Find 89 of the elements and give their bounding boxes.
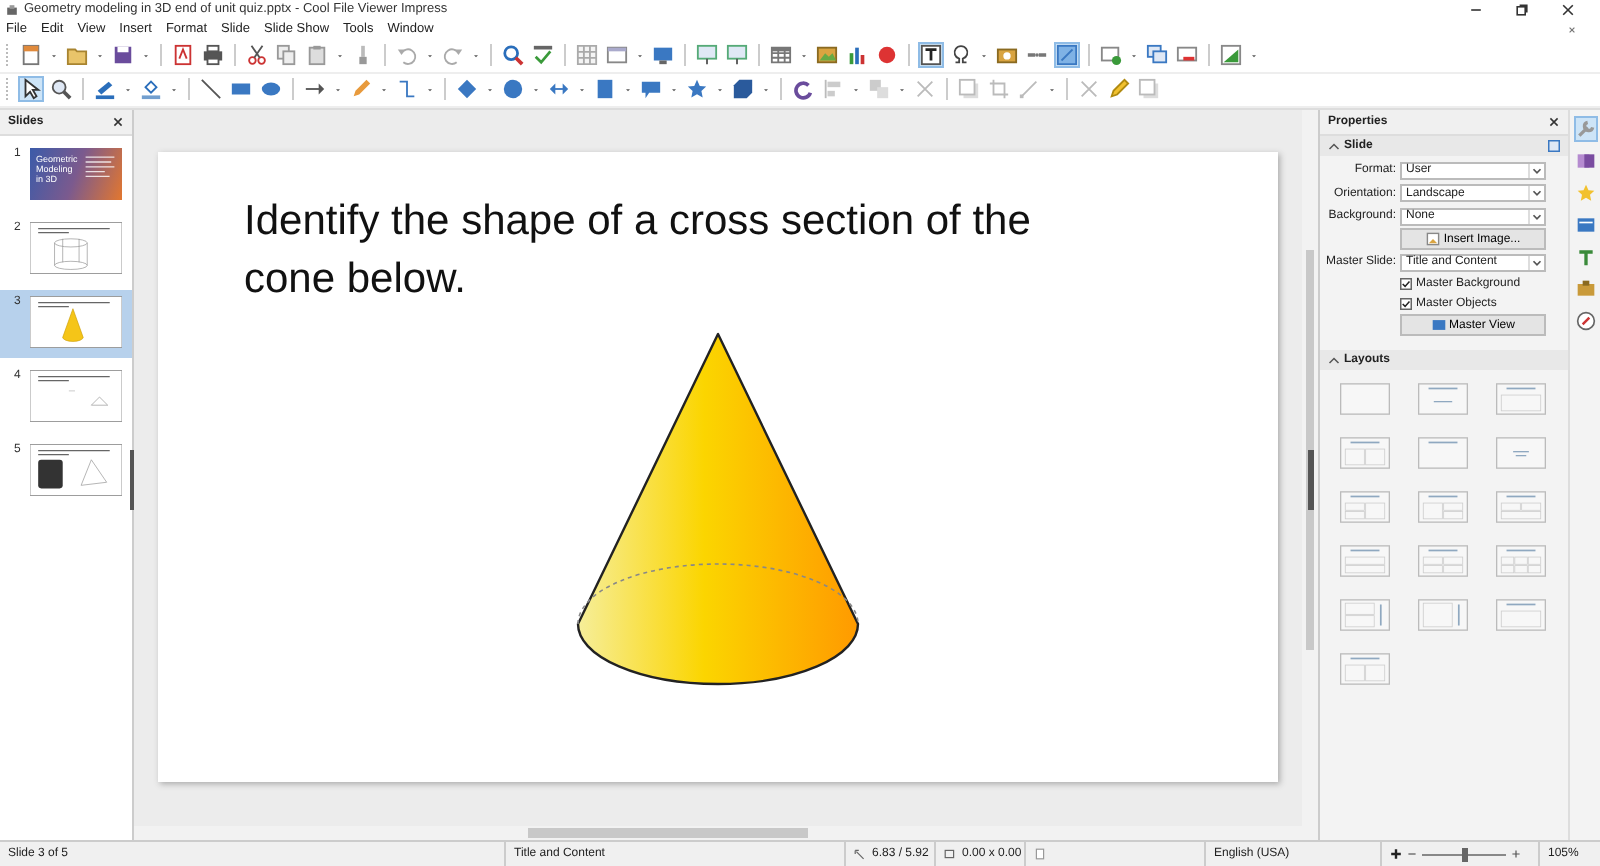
zoom-in-icon[interactable] [1510,848,1522,861]
layout-thumbnail[interactable] [1340,541,1390,580]
chevron-icon [1328,353,1340,366]
zoom-slider-thumb[interactable] [1461,847,1467,862]
slides-icon [1431,318,1446,333]
close-icon[interactable] [1560,1,1576,18]
search-icon[interactable] [500,42,526,69]
layout-thumbnail[interactable] [1340,379,1390,418]
image-icon [1425,232,1440,247]
compass-icon[interactable] [1573,307,1597,334]
document-icon [1034,848,1046,861]
circle-icon[interactable] [874,42,900,69]
slide-layout-icon[interactable] [1218,42,1244,69]
document-icon[interactable] [18,42,44,69]
connector-icon[interactable] [394,76,420,103]
wrench-icon[interactable] [1573,115,1597,142]
redo-icon[interactable] [440,42,466,69]
shadow-icon[interactable] [1136,76,1162,103]
flowchart-icon[interactable] [592,76,618,103]
slide-thumbnail [30,443,122,496]
checkbox[interactable] [1400,298,1412,311]
line-icon[interactable] [198,76,224,103]
vertical-scrollbar[interactable] [1302,109,1318,827]
grid-icon[interactable] [574,42,600,69]
undo-icon[interactable] [394,42,420,69]
scissors-icon[interactable] [244,42,270,69]
duplicate-slide-icon[interactable] [1144,42,1170,69]
bar-chart-icon[interactable] [844,42,870,69]
caret-icon [1528,163,1544,178]
text-box-icon[interactable] [918,42,944,69]
fill-color-icon[interactable] [138,76,164,103]
layout-thumbnail[interactable] [1496,379,1546,418]
window-icon[interactable] [604,42,630,69]
circle-icon[interactable] [500,76,526,103]
layout-thumbnail[interactable] [1418,487,1468,526]
cube-icon[interactable] [730,76,756,103]
layout-thumbnail[interactable] [1340,433,1390,472]
layout-thumbnail[interactable] [1496,541,1546,580]
collapse-handle[interactable] [1308,449,1314,510]
layout-thumbnail[interactable] [1418,595,1468,634]
monitor-icon[interactable] [650,42,676,69]
image-icon[interactable] [814,42,840,69]
pencil-icon[interactable] [1106,76,1132,103]
caret-icon [1528,186,1544,201]
horizontal-scrollbar[interactable] [134,826,1318,841]
gallery-icon[interactable] [1573,275,1597,302]
slide-thumbnail [30,221,122,274]
layout-thumbnail[interactable] [1418,433,1468,472]
projector-screen-icon[interactable] [724,42,750,69]
close-icon[interactable] [1548,115,1560,128]
pdf-icon[interactable] [170,42,196,69]
projector-screen-icon[interactable] [694,42,720,69]
more-options-icon[interactable] [1548,139,1560,152]
star-icon[interactable] [684,76,710,103]
app-logo-icon [6,3,18,16]
layout-thumbnail[interactable] [1340,649,1390,688]
glue-point-icon[interactable] [1076,76,1102,103]
rotate-icon[interactable] [790,76,816,103]
caret-icon [1528,255,1544,270]
size-icon [944,848,956,861]
restore-icon[interactable] [1514,1,1530,18]
clipboard-icon[interactable] [304,42,330,69]
layout-thumbnail[interactable] [1418,379,1468,418]
layout-thumbnail[interactable] [1340,595,1390,634]
special-character-icon[interactable] [948,42,974,69]
layout-thumbnail[interactable] [1496,595,1546,634]
table-icon[interactable] [768,42,794,69]
zoom-icon[interactable] [48,76,74,103]
position-icon [854,848,866,861]
layout-thumbnail[interactable] [1496,433,1546,472]
caret-icon [1528,209,1544,224]
spellcheck-icon[interactable] [530,42,556,69]
add-slide-icon[interactable] [1098,42,1124,69]
layout-thumbnail[interactable] [1418,541,1468,580]
line-color-icon[interactable] [92,76,118,103]
callout-icon[interactable] [638,76,664,103]
pointer-icon[interactable] [18,76,44,103]
slide-title: Identify the shape of a cross section of the cone below. [244,195,1033,306]
checkbox[interactable] [1400,278,1412,291]
close-icon[interactable] [112,115,124,128]
layout-thumbnail[interactable] [1496,487,1546,526]
slide-thumbnail [30,369,122,422]
layout-thumbnail[interactable] [1340,487,1390,526]
plus-icon[interactable] [1390,848,1402,861]
shapes-icon[interactable] [1054,42,1080,69]
chevron-icon [1328,139,1340,152]
slide-thumbnail [30,295,122,348]
printer-icon[interactable] [200,42,226,69]
diamond-icon[interactable] [454,76,480,103]
